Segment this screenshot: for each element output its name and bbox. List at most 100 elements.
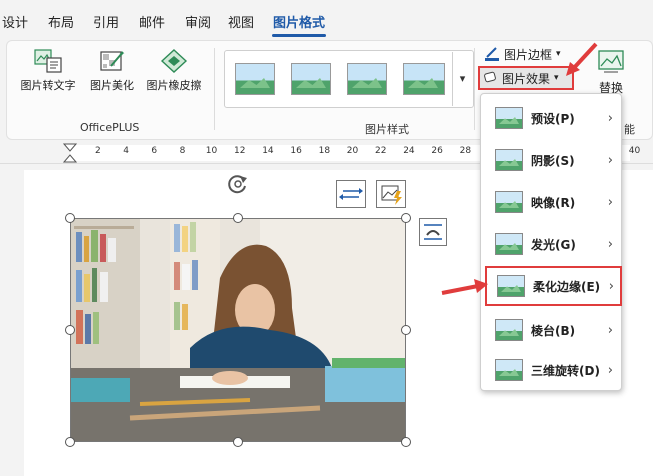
menu-item-bevel[interactable]: 棱台(B) ›	[481, 310, 623, 350]
chevron-right-icon: ›	[607, 194, 613, 210]
ruler-tick-label: 26	[431, 146, 443, 156]
ruler-tick-label: 2	[95, 146, 101, 156]
menu-item-shadow[interactable]: 阴影(S) ›	[481, 140, 623, 180]
group-separator	[474, 48, 475, 130]
menu-item-label: 发光(G)	[531, 237, 576, 252]
picture-soft-edges-icon	[497, 275, 525, 297]
picture-style-thumb[interactable]	[403, 63, 445, 95]
chevron-right-icon: ›	[607, 322, 613, 338]
tab-design[interactable]: 设计	[2, 12, 28, 31]
picture-to-text-button[interactable]: 图片转文字	[18, 48, 78, 98]
pen-border-icon	[484, 45, 500, 64]
ruler-tick-label: 22	[375, 146, 387, 156]
ruler-tick-label: 28	[459, 146, 472, 156]
picture-style-thumb[interactable]	[347, 63, 387, 95]
resize-handle[interactable]	[65, 325, 75, 335]
annotation-arrow	[566, 42, 598, 76]
active-tab-indicator	[272, 34, 326, 37]
tab-references[interactable]: 引用	[93, 12, 119, 31]
ruler-tick-label: 14	[262, 146, 274, 156]
chevron-right-icon: ›	[607, 152, 613, 168]
ruler-tick-label: 6	[151, 146, 158, 156]
picture-style-thumb[interactable]	[291, 63, 331, 95]
picture-effects-menu: 预设(P) › 阴影(S) › 映像(R) › 发光(G) › 柔化边缘(E) …	[480, 93, 622, 391]
resize-handle[interactable]	[65, 213, 75, 223]
picture-styles-group-label: 图片样式	[365, 123, 409, 136]
resize-handle[interactable]	[65, 437, 75, 447]
chevron-right-icon: ›	[607, 236, 613, 252]
ribbon-tabs: 设计 布局 引用 邮件 审阅 视图 图片格式	[0, 0, 653, 40]
menu-item-3d-rotation[interactable]: 三维旋转(D) ›	[481, 350, 623, 390]
selection-frame	[70, 218, 406, 442]
ruler-tick-label: 10	[205, 146, 218, 156]
ruler-tick-label: 8	[179, 146, 186, 156]
picture-3d-rotation-icon	[495, 359, 523, 381]
picture-border-button[interactable]: 图片边框 ▾	[484, 44, 561, 64]
eraser-icon	[159, 48, 189, 74]
ruler-tick-label: 18	[318, 146, 331, 156]
chevron-right-icon: ›	[607, 110, 613, 126]
menu-item-label: 柔化边缘(E)	[533, 279, 601, 294]
resize-handle[interactable]	[401, 437, 411, 447]
menu-item-label: 阴影(S)	[531, 153, 575, 168]
annotation-arrow	[441, 279, 488, 295]
picture-designer-button[interactable]	[376, 180, 406, 208]
tab-layout[interactable]: 布局	[48, 12, 74, 31]
menu-item-label: 映像(R)	[531, 195, 576, 210]
menu-item-reflection[interactable]: 映像(R) ›	[481, 182, 623, 222]
picture-style-thumb[interactable]	[235, 63, 275, 95]
tab-mailings[interactable]: 邮件	[139, 12, 165, 31]
picture-reflection-icon	[495, 191, 523, 213]
chevron-right-icon: ›	[607, 362, 613, 378]
picture-to-text-label: 图片转文字	[20, 79, 76, 92]
picture-spark-icon	[381, 185, 402, 205]
menu-item-glow[interactable]: 发光(G) ›	[481, 224, 623, 264]
menu-item-soft-edges[interactable]: 柔化边缘(E) ›	[485, 266, 622, 306]
picture-glow-icon	[495, 233, 523, 255]
ruler-tick-label: 4	[123, 146, 129, 156]
picture-effects-icon	[484, 70, 498, 87]
ruler-tick-label: 12	[234, 146, 246, 156]
picture-shadow-icon	[495, 149, 523, 171]
resize-handle[interactable]	[401, 213, 411, 223]
chevron-down-icon: ▾	[554, 73, 559, 83]
tab-review[interactable]: 审阅	[185, 12, 211, 31]
picture-effects-label: 图片效果	[502, 71, 551, 86]
picture-beautify-icon: ✦	[97, 48, 127, 74]
picture-styles-gallery	[224, 50, 474, 108]
menu-item-label: 三维旋转(D)	[531, 363, 600, 378]
group-separator	[214, 48, 215, 130]
menu-item-preset[interactable]: 预设(P) ›	[481, 98, 623, 138]
chevron-down-icon: ▾	[459, 72, 466, 85]
ruler-tick-label: 40	[628, 146, 641, 156]
wrap-text-button[interactable]	[419, 218, 447, 246]
tab-view[interactable]: 视图	[228, 12, 254, 31]
resize-handle[interactable]	[401, 325, 411, 335]
picture-to-text-icon	[33, 48, 63, 74]
picture-preset-icon	[495, 107, 523, 129]
picture-eraser-button[interactable]: 图片橡皮擦	[142, 48, 206, 98]
indent-marker-icon[interactable]	[63, 143, 77, 163]
menu-item-label: 预设(P)	[531, 111, 575, 126]
resize-handle[interactable]	[233, 437, 243, 447]
layout-options-button[interactable]	[336, 180, 366, 208]
gallery-expand-button[interactable]: ▾	[452, 52, 472, 106]
tab-picture-format[interactable]: 图片格式	[273, 12, 325, 31]
ruler-tick-label: 24	[403, 146, 415, 156]
ruler-tick-label: 16	[290, 146, 302, 156]
picture-beautify-label: 图片美化	[90, 79, 134, 92]
officeplus-group-label: OfficePLUS	[80, 121, 140, 134]
wrap-text-icon	[424, 224, 442, 240]
partial-group-label: 能	[624, 123, 635, 136]
swap-arrows-icon	[339, 188, 363, 200]
picture-beautify-button[interactable]: ✦ 图片美化	[82, 48, 142, 98]
picture-bevel-icon	[495, 319, 523, 341]
picture-eraser-label: 图片橡皮擦	[146, 79, 202, 92]
rotate-handle-icon[interactable]	[226, 172, 250, 196]
picture-border-label: 图片边框	[504, 47, 553, 62]
chevron-right-icon: ›	[608, 278, 614, 294]
ruler-tick-label: 20	[346, 146, 359, 156]
svg-text:✦: ✦	[119, 50, 125, 58]
menu-item-label: 棱台(B)	[531, 323, 576, 338]
resize-handle[interactable]	[233, 213, 243, 223]
